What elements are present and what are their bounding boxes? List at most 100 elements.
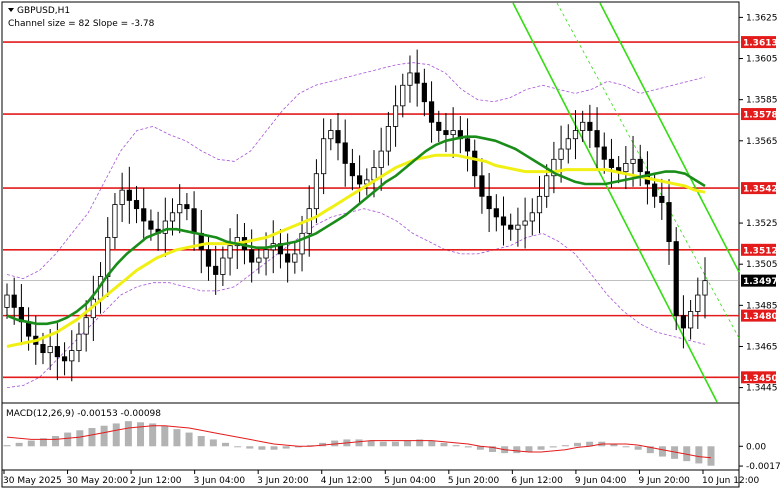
price-label: 1.3565	[746, 137, 778, 147]
macd-axis-label: -0.00173	[746, 462, 781, 472]
macd-hist-bar	[561, 445, 569, 447]
candle-body	[47, 346, 53, 354]
macd-hist-bar	[695, 446, 703, 464]
candle-body	[392, 105, 399, 127]
candle-body	[565, 138, 571, 150]
candle-body	[205, 249, 212, 267]
macd-hist-bar	[52, 436, 60, 447]
macd-axis-label: 0.00	[746, 442, 766, 452]
candle-body	[69, 350, 75, 362]
time-label: 30 May 2025	[3, 476, 62, 486]
macd-hist-bar	[137, 422, 145, 447]
candle-body	[191, 208, 197, 234]
macd-hist-bar	[221, 442, 229, 447]
candle-body	[256, 257, 262, 263]
candle-body	[464, 138, 471, 152]
macd-hist-bar	[367, 440, 375, 447]
candle-body	[213, 265, 219, 275]
candle-body	[580, 121, 586, 131]
candle-body	[148, 220, 154, 230]
macd-hist-bar	[100, 425, 108, 447]
candle-body	[652, 183, 658, 197]
candle-body	[335, 130, 341, 144]
macd-signal-line	[6, 425, 712, 459]
macd-hist-bar	[258, 446, 266, 450]
candle-body	[133, 200, 140, 210]
time-label: 2 Jun 12:00	[130, 476, 182, 486]
macd-hist-bar	[27, 440, 35, 447]
candle-body	[141, 208, 147, 222]
candle-body	[428, 101, 435, 123]
candles	[4, 49, 708, 382]
candle-body	[601, 146, 607, 160]
candle-body	[472, 150, 478, 177]
current-price-tag: 1.3497	[743, 277, 778, 287]
macd-hist-bar	[15, 442, 23, 447]
macd-hist-bar	[209, 439, 217, 447]
time-label: 9 Jun 04:00	[575, 476, 627, 486]
macd-hist-bar	[173, 429, 181, 447]
chart-window: 1.3625 1.3605 1.3585 1.3565 1.3525 1.3505 1.34…	[0, 0, 781, 489]
macd-pane: 0.00 -0.00173	[3, 421, 781, 472]
time-label: 10 Jun 12:00	[702, 476, 759, 486]
candle-body	[500, 216, 507, 226]
macd-hist-bar	[513, 446, 521, 454]
candle-body	[623, 163, 629, 173]
price-chart[interactable]: 1.3625 1.3605 1.3585 1.3565 1.3525 1.3505 1.34…	[0, 0, 781, 489]
price-label: 1.3605	[746, 55, 778, 65]
dropdown-triangle-icon[interactable]	[8, 8, 14, 12]
candle-body	[119, 189, 125, 205]
candle-body	[508, 224, 514, 230]
macd-hist-bar	[573, 442, 581, 447]
channel-lower-line	[512, 2, 718, 403]
macd-hist-bar	[525, 446, 533, 452]
price-label: 1.3525	[746, 219, 778, 229]
candle-body	[587, 121, 593, 131]
candle-body	[249, 249, 255, 263]
candle-body	[407, 72, 413, 86]
band-lower-line	[6, 208, 706, 388]
candle-body	[572, 130, 579, 140]
candle-body	[285, 253, 291, 263]
candle-body	[443, 130, 449, 136]
candle-body	[227, 245, 233, 259]
macd-hist-bar	[185, 432, 193, 447]
time-label: 6 Jun 12:00	[511, 476, 563, 486]
level-tag-1.3450: 1.3450	[743, 374, 778, 384]
candle-body	[371, 167, 377, 181]
macd-hist-bar	[64, 432, 72, 447]
macd-hist-bar	[197, 436, 205, 447]
level-tag-1.3613: 1.3613	[743, 39, 778, 49]
level-tag-1.3542: 1.3542	[743, 185, 778, 195]
macd-hist-bar	[391, 441, 399, 447]
candle-body	[493, 208, 499, 218]
level-tag-1.3578: 1.3578	[743, 111, 778, 121]
candle-body	[349, 163, 356, 177]
candle-body	[83, 317, 89, 335]
channel-note: Channel size = 82 Slope = -3.78	[8, 19, 155, 29]
candle-body	[169, 212, 176, 222]
macd-hist-bar	[149, 423, 157, 447]
time-label: 5 Jun 20:00	[448, 476, 500, 486]
macd-hist-bar	[622, 446, 630, 448]
macd-label: MACD(12,26,9) -0.00153 -0.00098	[6, 409, 161, 419]
candle-body	[378, 150, 384, 168]
price-label: 1.3445	[746, 384, 778, 394]
price-label: 1.3465	[746, 342, 778, 352]
candle-body	[673, 241, 679, 317]
candle-body	[184, 204, 190, 210]
macd-hist-bar	[464, 446, 472, 448]
candle-body	[680, 315, 687, 329]
macd-hist-bar	[428, 440, 436, 447]
candle-body	[522, 220, 528, 226]
candle-body	[400, 84, 406, 107]
macd-hist-bar	[379, 441, 387, 447]
level-tags: 1.3613 1.3578 1.3542 1.3512 1.3480 1.3450 1.34…	[741, 36, 778, 384]
candle-body	[594, 130, 600, 148]
candle-body	[479, 175, 485, 197]
candle-body	[54, 346, 60, 358]
time-label: 9 Jun 20:00	[638, 476, 690, 486]
time-label: 3 Jun 04:00	[194, 476, 246, 486]
macd-hist-bar	[452, 445, 460, 447]
time-label: 30 May 20:00	[67, 476, 129, 486]
